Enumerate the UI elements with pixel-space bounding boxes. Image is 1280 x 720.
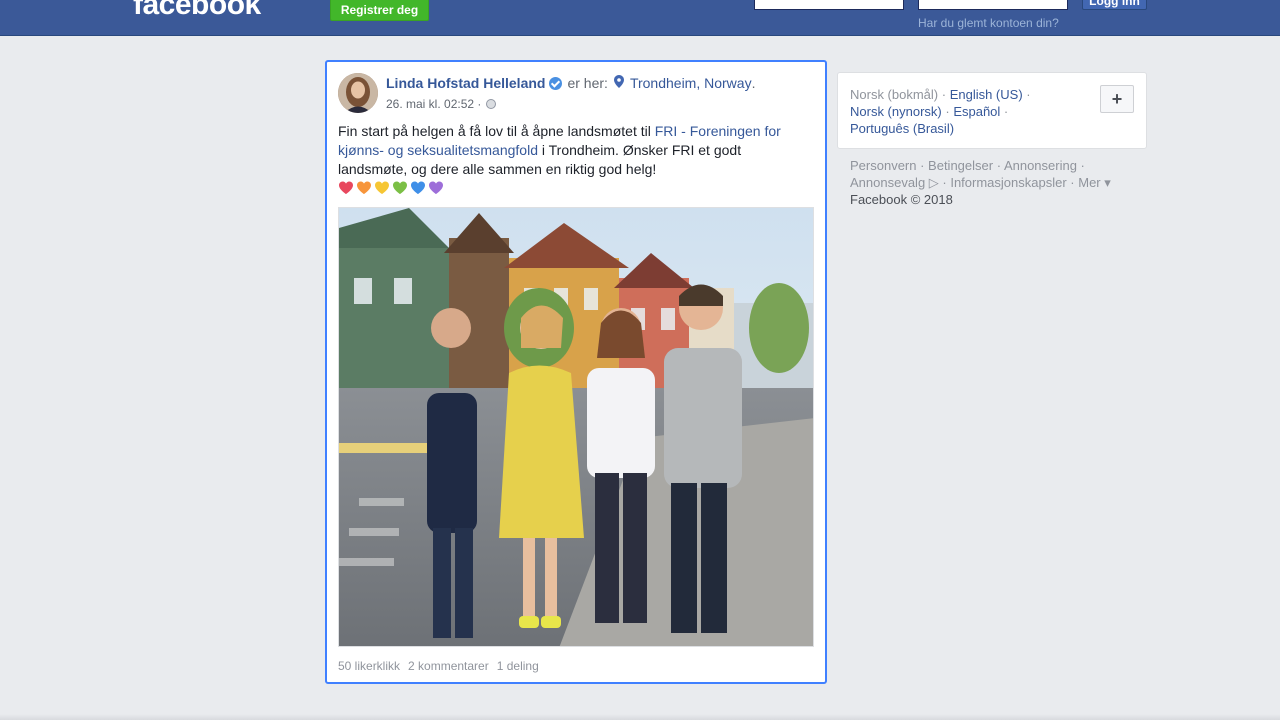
globe-icon: [486, 99, 497, 109]
shares-count[interactable]: 1 deling: [497, 659, 539, 673]
presence-text: er her:: [567, 75, 608, 91]
heart-emoji-icon: [357, 181, 371, 194]
comments-count[interactable]: 2 kommentarer: [408, 659, 489, 673]
heart-emoji-icon: [393, 181, 407, 194]
location-link[interactable]: Trondheim, Norway: [630, 75, 752, 91]
author-name[interactable]: Linda Hofstad Helleland: [386, 75, 545, 91]
footer-ad-choices[interactable]: Annonsevalg: [850, 175, 925, 190]
verified-badge-icon: [549, 76, 563, 90]
likes-count[interactable]: 50 likerklikk: [338, 659, 400, 673]
forgot-account-link[interactable]: Har du glemt kontoen din?: [918, 16, 1059, 30]
footer-links: Personvern · Betingelser · Annonsering ·…: [850, 158, 1111, 207]
password-input[interactable]: [918, 0, 1068, 10]
heart-emoji-icon: [411, 181, 425, 194]
bottom-shade: [0, 714, 1280, 720]
heart-emoji-icon: [375, 181, 389, 194]
post-text-start: Fin start på helgen å få lov til å åpne …: [338, 123, 655, 139]
post-timestamp[interactable]: 26. mai kl. 02:52 ·: [386, 97, 481, 111]
post-text: Fin start på helgen å få lov til å åpne …: [338, 122, 808, 179]
location-period: .: [751, 75, 756, 91]
post-card: Linda Hofstad Helleland er her: Trondhei…: [325, 60, 827, 684]
location-pin-icon: [613, 75, 624, 91]
footer-advertising[interactable]: Annonsering: [1004, 158, 1077, 173]
language-selector: Norsk (bokmål) · English (US) · Norsk (n…: [837, 72, 1147, 149]
post-stats: 50 likerklikk 2 kommentarer 1 deling: [338, 659, 539, 673]
register-button[interactable]: Registrer deg: [330, 0, 429, 21]
footer-more[interactable]: Mer: [1078, 175, 1100, 190]
heart-emoji-row: [338, 180, 444, 196]
facebook-logo[interactable]: facebook: [133, 0, 261, 22]
footer-cookies[interactable]: Informasjonskapsler: [950, 175, 1066, 190]
login-button[interactable]: Logg inn: [1082, 0, 1147, 10]
copyright: Facebook © 2018: [850, 192, 953, 207]
ad-choices-icon: ▷: [925, 175, 939, 190]
post-meta: 26. mai kl. 02:52 ·: [386, 97, 497, 111]
post-photo[interactable]: [338, 207, 814, 647]
caret-down-icon: ▾: [1100, 175, 1111, 190]
heart-emoji-icon: [429, 181, 443, 194]
footer-privacy[interactable]: Personvern: [850, 158, 916, 173]
language-nynorsk[interactable]: Norsk (nynorsk): [850, 104, 942, 119]
language-english[interactable]: English (US): [950, 87, 1023, 102]
footer-terms[interactable]: Betingelser: [928, 158, 993, 173]
author-avatar[interactable]: [338, 73, 378, 113]
top-bar: facebook Registrer deg Logg inn Har du g…: [0, 0, 1280, 36]
more-languages-button[interactable]: +: [1100, 85, 1134, 113]
email-input[interactable]: [754, 0, 904, 10]
language-list: Norsk (bokmål) · English (US) · Norsk (n…: [850, 87, 1031, 136]
language-current: Norsk (bokmål): [850, 87, 939, 102]
language-portuguese[interactable]: Português (Brasil): [850, 121, 954, 136]
language-spanish[interactable]: Español: [953, 104, 1000, 119]
heart-emoji-icon: [339, 181, 353, 194]
